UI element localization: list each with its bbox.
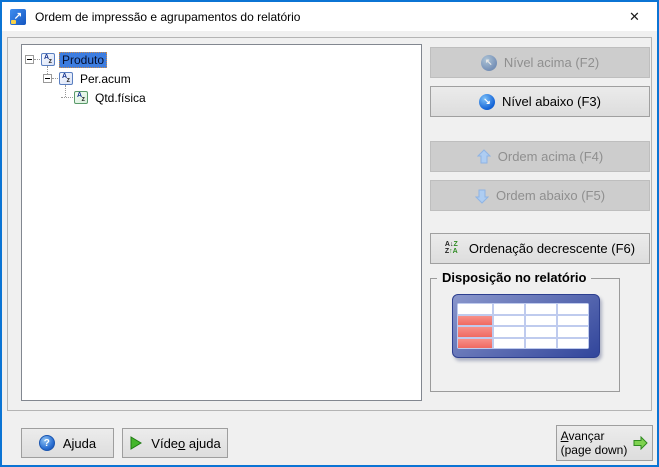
video-help-label: Vídeo ajuda — [151, 435, 221, 451]
tree-connector — [61, 97, 73, 98]
tree-connector — [52, 78, 58, 79]
tree-connector — [65, 85, 66, 97]
level-down-button[interactable]: ↘ Nível abaixo (F3) — [430, 86, 650, 117]
tree-item-produto[interactable]: A z Produto — [22, 50, 421, 69]
preview-cell — [558, 338, 588, 348]
preview-cell — [494, 315, 525, 325]
arrow-down-icon — [474, 189, 489, 204]
arrow-right-icon — [633, 436, 649, 450]
collapse-icon[interactable] — [25, 55, 34, 64]
preview-cell — [494, 327, 525, 337]
preview-cell — [494, 304, 525, 314]
preview-cell — [526, 304, 557, 314]
tree-item-per-acum[interactable]: A z Per.acum — [22, 69, 421, 88]
tree-item-label[interactable]: Qtd.física — [92, 90, 149, 106]
preview-cell — [558, 327, 588, 337]
sort-descending-icon: A↓Z Z↑A — [444, 241, 458, 255]
sort-descending-button[interactable]: A↓Z Z↑A Ordenação decrescente (F6) — [430, 233, 650, 264]
report-layout-group: Disposição no relatório — [430, 270, 620, 392]
dialog-window: ↗ Ordem de impressão e agrupamentos do r… — [0, 0, 659, 467]
preview-cell-highlighted — [458, 338, 493, 348]
play-icon — [130, 436, 143, 450]
help-question-icon: ? — [38, 435, 55, 451]
preview-cell — [458, 304, 493, 314]
preview-cell — [526, 338, 557, 348]
sort-az-green-icon: A z — [74, 91, 88, 104]
action-label: Ordenação decrescente (F6) — [468, 241, 636, 256]
group-title: Disposição no relatório — [437, 270, 592, 285]
level-up-button: ↖ Nível acima (F2) — [430, 47, 650, 78]
tree-item-label[interactable]: Produto — [59, 51, 108, 68]
advance-button[interactable]: Avançar (page down) — [556, 425, 653, 461]
report-layout-preview — [452, 294, 600, 358]
preview-cell — [526, 327, 557, 337]
close-button[interactable]: ✕ — [612, 2, 657, 31]
action-label: Ordem abaixo (F5) — [495, 188, 606, 203]
preview-cell — [558, 304, 588, 314]
grouping-tree[interactable]: A z Produto A z Per.acum A z Qtd.física — [21, 44, 422, 401]
action-label: Ordem acima (F4) — [497, 149, 604, 164]
app-icon: ↗ — [10, 8, 26, 25]
video-help-button[interactable]: Vídeo ajuda — [122, 428, 228, 458]
preview-cell — [526, 315, 557, 325]
preview-cell-highlighted — [458, 315, 493, 325]
action-label: Nível abaixo (F3) — [502, 94, 601, 109]
advance-label: Avançar (page down) — [560, 429, 628, 457]
sort-az-blue-icon: A z — [41, 53, 55, 66]
tree-item-qtd-fisica[interactable]: A z Qtd.física — [22, 88, 421, 107]
arrow-up-icon — [476, 148, 491, 163]
tree-item-label[interactable]: Per.acum — [77, 71, 134, 87]
preview-cell-highlighted — [458, 327, 493, 337]
help-label: Ajuda — [62, 435, 97, 451]
close-icon: ✕ — [629, 8, 640, 24]
tree-connector — [34, 59, 40, 60]
sort-az-blue-icon: A z — [59, 72, 73, 85]
preview-cell — [494, 338, 525, 348]
circle-arrow-up-left-icon: ↖ — [480, 54, 497, 71]
order-up-button: Ordem acima (F4) — [430, 141, 650, 172]
preview-cell — [558, 315, 588, 325]
help-button[interactable]: ? Ajuda — [21, 428, 114, 458]
title-bar: ↗ Ordem de impressão e agrupamentos do r… — [2, 2, 657, 31]
collapse-icon[interactable] — [43, 74, 52, 83]
order-down-button: Ordem abaixo (F5) — [430, 180, 650, 211]
action-label: Nível acima (F2) — [503, 55, 600, 70]
circle-arrow-down-right-icon: ↘ — [479, 93, 495, 110]
window-title: Ordem de impressão e agrupamentos do rel… — [35, 9, 301, 24]
